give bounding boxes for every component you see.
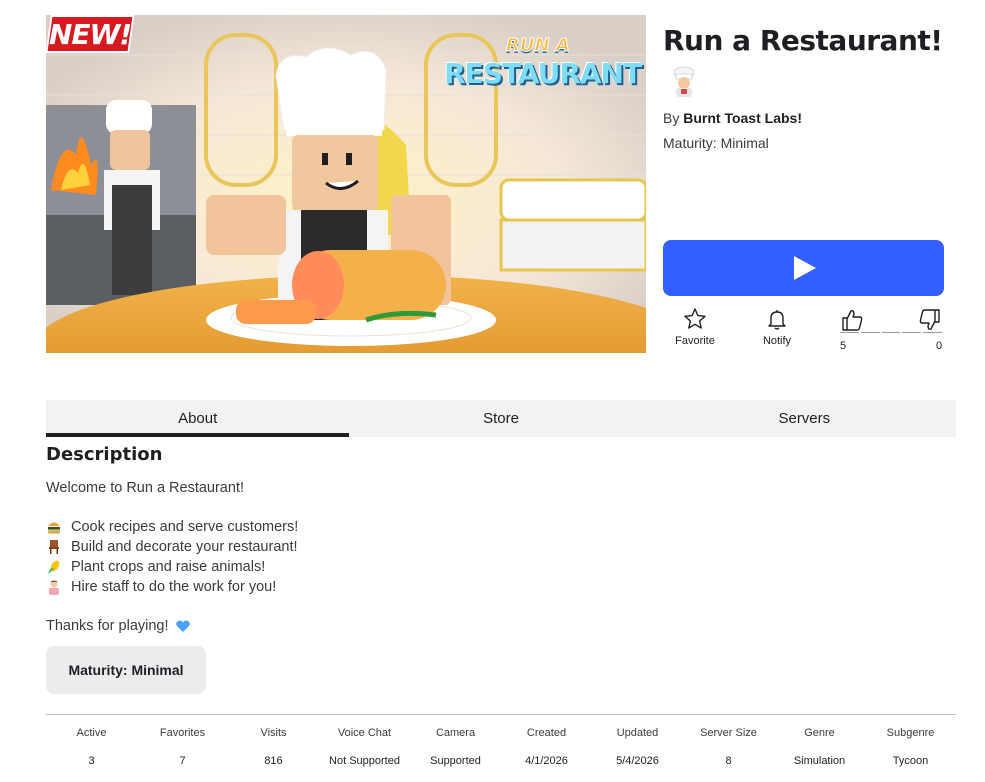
bell-icon [768,310,786,330]
game-title: Run a Restaurant! [663,24,943,57]
maturity-label: Maturity: Minimal [663,135,769,151]
play-icon [793,256,816,280]
upvote-count: 5 [840,340,847,352]
tab-servers[interactable]: Servers [653,400,956,437]
creator-link[interactable]: Burnt Toast Labs! [683,110,802,126]
list-item: Cook recipes and serve customers! [46,517,646,537]
chair-emoji-icon [46,539,62,555]
notify-button[interactable]: Notify [756,307,798,347]
downvote-count: 0 [936,340,943,352]
thumbs-down-icon [919,309,940,330]
burger-emoji-icon [46,519,62,535]
description-heading: Description [46,444,163,465]
stat-visits: Visits 816 [260,727,287,767]
stat-created: Created 4/1/2026 [525,727,568,767]
description-intro: Welcome to Run a Restaurant! [46,480,244,496]
upvote-button[interactable] [840,307,864,333]
stat-voice-chat: Voice Chat Not Supported [329,727,400,767]
stat-server-size: Server Size 8 [700,727,757,767]
stats-divider [46,714,956,715]
new-badge: NEW! [46,15,135,53]
favorite-button[interactable]: Favorite [672,307,718,347]
stat-genre: Genre Simulation [793,727,846,767]
creator-line: By Burnt Toast Labs! [663,110,802,126]
list-item: Plant crops and raise animals! [46,557,646,577]
maturity-badge[interactable]: Maturity: Minimal [46,646,206,694]
chef-emoji-icon [670,66,698,98]
play-button[interactable] [663,240,944,296]
stat-updated: Updated 5/4/2026 [616,727,659,767]
description-body: Welcome to Run a Restaurant! Cook recipe… [46,478,646,636]
corn-emoji-icon [46,559,62,575]
tab-store[interactable]: Store [349,400,652,437]
vote-ratio-bar [840,332,942,334]
game-logo: RUN A RESTAURANT [444,35,642,91]
tab-about[interactable]: About [46,400,350,437]
stat-active: Active 3 [76,727,107,767]
thumbs-up-icon [842,310,863,331]
star-icon [684,308,706,329]
worker-emoji-icon [46,579,62,595]
list-item: Hire staff to do the work for you! [46,577,646,597]
stats-table: Active 3 Favorites 7 Visits 816 Voice Chat N… [46,727,956,767]
downvote-button[interactable] [918,307,942,333]
description-outro: Thanks for playing! [46,616,646,636]
stat-camera: Camera Supported [430,727,481,767]
list-item: Build and decorate your restaurant! [46,537,646,557]
tab-bar: About Store Servers [46,400,956,437]
stat-favorites: Favorites 7 [159,727,206,767]
blue-heart-emoji-icon [175,618,191,634]
game-thumbnail: NEW! RUN A RESTAURANT [46,15,646,353]
stat-subgenre: Subgenre Tycoon [886,727,935,767]
